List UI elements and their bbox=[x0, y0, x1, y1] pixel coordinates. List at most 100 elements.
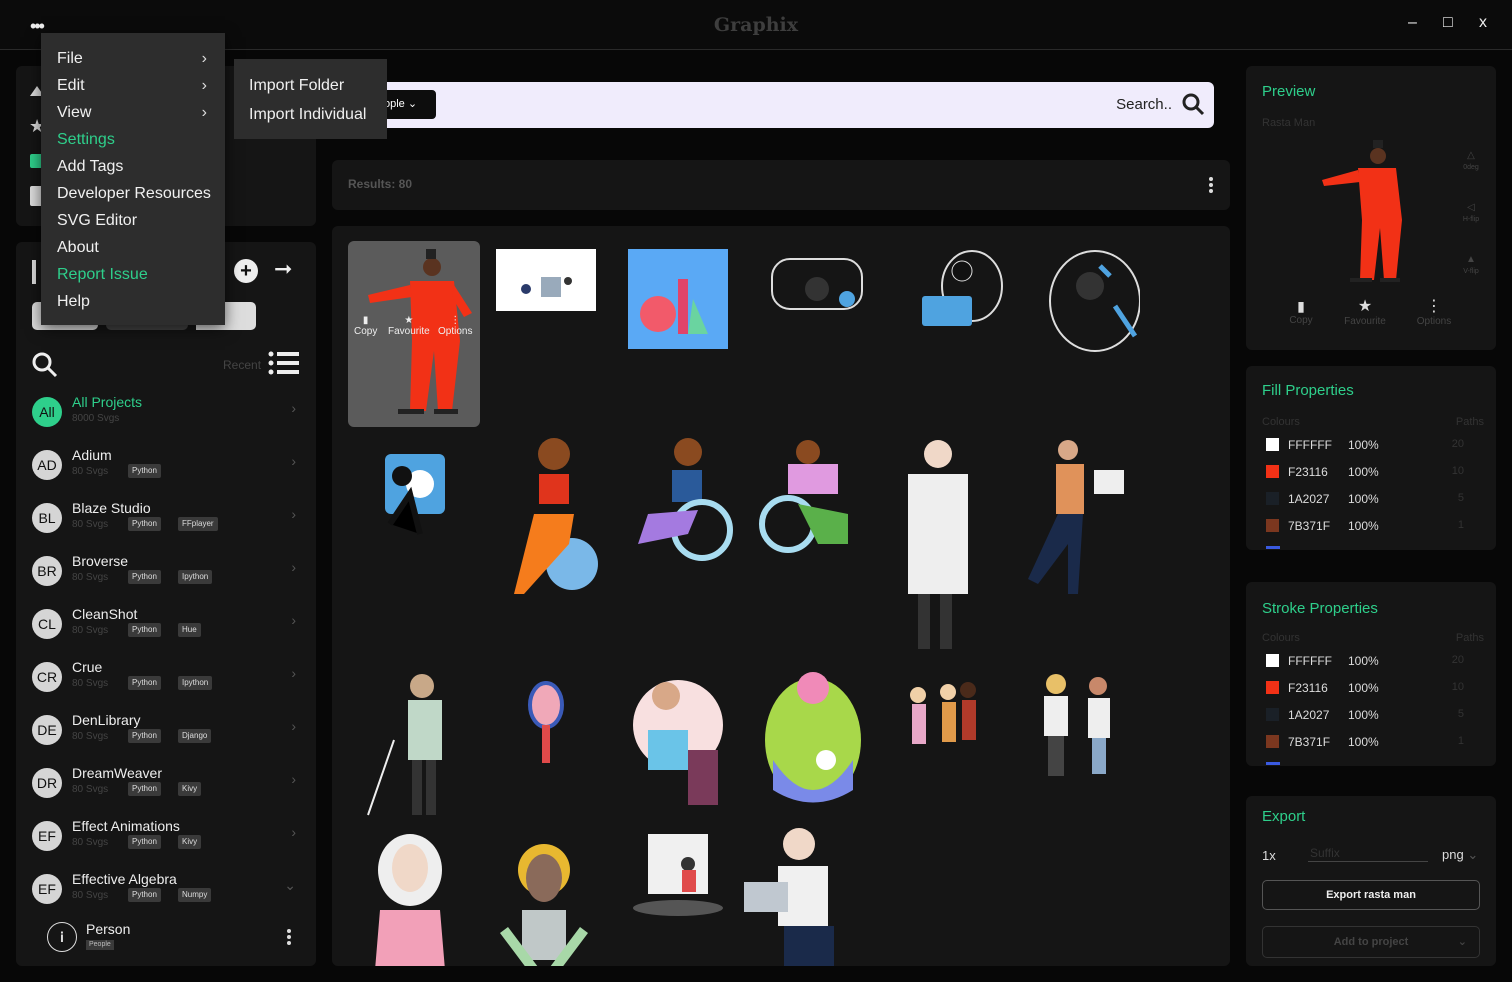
gallery-item[interactable] bbox=[1040, 246, 1141, 366]
preview-options-button[interactable]: ⋮ Options bbox=[1414, 296, 1454, 327]
gallery-item[interactable] bbox=[888, 670, 998, 780]
hflip-button[interactable]: ◁ H-flip bbox=[1458, 202, 1484, 224]
colour-swatch[interactable] bbox=[1266, 465, 1279, 478]
search-icon[interactable] bbox=[1182, 93, 1206, 117]
chevron-right-icon[interactable]: › bbox=[291, 453, 296, 469]
chevron-right-icon[interactable]: › bbox=[291, 559, 296, 575]
vflip-button[interactable]: ▲ V-flip bbox=[1458, 254, 1484, 276]
gallery-item[interactable] bbox=[360, 670, 460, 820]
project-item[interactable]: DE DenLibrary 80 Svgs Python Django › bbox=[16, 706, 316, 759]
colour-row[interactable]: F23116 100% 10 bbox=[1246, 675, 1476, 702]
colour-swatch[interactable] bbox=[1266, 681, 1279, 694]
colour-row[interactable]: 1A2027 100% 5 bbox=[1246, 486, 1476, 513]
project-item[interactable]: DR DreamWeaver 80 Svgs Python Kivy › bbox=[16, 759, 316, 812]
category-dropdown[interactable]: ople ⌄ bbox=[380, 90, 436, 119]
project-item[interactable]: BL Blaze Studio 80 Svgs Python FFplayer › bbox=[16, 494, 316, 547]
menu-item-svg-editor[interactable]: SVG Editor bbox=[41, 207, 225, 234]
list-icon[interactable] bbox=[268, 350, 300, 376]
sub-item-name[interactable]: Person bbox=[86, 921, 130, 937]
menu-item-help[interactable]: Help bbox=[41, 288, 225, 315]
colour-row[interactable]: 7B371F 100% 1 bbox=[1246, 513, 1476, 540]
add-project-icon[interactable]: + bbox=[234, 259, 258, 283]
overlay-copy[interactable]: ▮ Copy bbox=[354, 315, 377, 337]
chevron-right-icon[interactable]: › bbox=[291, 771, 296, 787]
gallery-item[interactable] bbox=[496, 249, 596, 311]
sidebar-toggle-icon[interactable] bbox=[32, 260, 36, 284]
search-bar[interactable]: ople ⌄ Search.. bbox=[360, 82, 1214, 128]
chevron-down-icon[interactable]: ⌄ bbox=[284, 877, 296, 894]
menu-item-file[interactable]: File › bbox=[41, 45, 225, 72]
chevron-right-icon[interactable]: › bbox=[291, 506, 296, 522]
submenu-item-import-folder[interactable]: Import Folder bbox=[234, 71, 387, 100]
gallery-item[interactable] bbox=[628, 434, 738, 564]
menu-item-developer-resources[interactable]: Developer Resources bbox=[41, 180, 225, 207]
colour-row[interactable]: F23116 100% 10 bbox=[1246, 459, 1476, 486]
project-item[interactable]: CR Crue 80 Svgs Python Ipython › bbox=[16, 653, 316, 706]
gallery-item[interactable] bbox=[494, 830, 594, 966]
gallery-item[interactable] bbox=[888, 434, 978, 654]
project-item[interactable]: AD Adium 80 Svgs Python › bbox=[16, 441, 316, 494]
project-item[interactable]: EF Effective Algebra 80 Svgs Python Numpy ⌄ bbox=[16, 865, 316, 918]
colour-swatch[interactable] bbox=[1266, 708, 1279, 721]
format-dropdown[interactable]: png ⌄ bbox=[1442, 847, 1478, 863]
add-to-project-dropdown[interactable]: Add to project ⌄ bbox=[1262, 926, 1480, 958]
gallery-item[interactable] bbox=[360, 434, 460, 544]
close-button[interactable]: x bbox=[1479, 14, 1487, 32]
menu-item-edit[interactable]: Edit › bbox=[41, 72, 225, 99]
colour-swatch[interactable] bbox=[1266, 438, 1279, 451]
gallery-item[interactable] bbox=[762, 249, 872, 319]
gallery-item[interactable] bbox=[744, 826, 854, 966]
preview-copy-button[interactable]: ▮ Copy bbox=[1286, 298, 1316, 326]
colour-row[interactable]: FFFFFF 100% 20 bbox=[1246, 432, 1476, 459]
export-scale[interactable]: 1x bbox=[1262, 848, 1276, 863]
colour-row[interactable]: 7B371F 100% 1 bbox=[1246, 729, 1476, 756]
chevron-right-icon[interactable]: › bbox=[291, 718, 296, 734]
preview-favourite-button[interactable]: ★ Favourite bbox=[1340, 296, 1390, 327]
gallery-item[interactable] bbox=[628, 249, 728, 349]
project-item[interactable]: BR Broverse 80 Svgs Python Ipython › bbox=[16, 547, 316, 600]
suffix-input[interactable]: Suffix bbox=[1308, 846, 1428, 862]
gallery-item[interactable] bbox=[912, 246, 1012, 341]
overlay-options[interactable]: ⋮ Options bbox=[438, 315, 472, 337]
project-item[interactable]: EF Effect Animations 80 Svgs Python Kivy › bbox=[16, 812, 316, 865]
menu-item-add-tags[interactable]: Add Tags bbox=[41, 153, 225, 180]
chevron-right-icon[interactable]: › bbox=[291, 400, 296, 416]
menu-item-about[interactable]: About bbox=[41, 234, 225, 261]
overlay-favourite[interactable]: ★ Favourite bbox=[388, 315, 430, 337]
colour-swatch[interactable] bbox=[1266, 654, 1279, 667]
gallery-item[interactable] bbox=[360, 830, 460, 966]
chevron-right-icon[interactable]: › bbox=[291, 824, 296, 840]
chevron-right-icon[interactable]: › bbox=[291, 665, 296, 681]
project-item[interactable]: CL CleanShot 80 Svgs Python Hue › bbox=[16, 600, 316, 653]
colour-swatch[interactable] bbox=[1266, 519, 1279, 532]
sub-item-options-icon[interactable] bbox=[287, 929, 291, 947]
menu-item-report-issue[interactable]: Report Issue bbox=[41, 261, 225, 288]
gallery-item[interactable] bbox=[1018, 434, 1128, 599]
gallery-item[interactable] bbox=[628, 670, 728, 815]
search-icon[interactable] bbox=[32, 352, 58, 378]
colour-swatch[interactable] bbox=[1266, 492, 1279, 505]
project-item[interactable]: All All Projects 8000 Svgs › bbox=[16, 388, 316, 441]
colour-swatch[interactable] bbox=[1266, 735, 1279, 748]
gallery-item[interactable] bbox=[758, 434, 868, 554]
gallery-item[interactable] bbox=[758, 670, 868, 810]
submenu-item-import-individual[interactable]: Import Individual bbox=[234, 100, 387, 129]
colour-row[interactable]: FFFFFF 100% 20 bbox=[1246, 648, 1476, 675]
menu-item-view[interactable]: View › bbox=[41, 99, 225, 126]
gallery-item-rasta-man[interactable]: ▮ Copy ★ Favourite ⋮ Options bbox=[348, 241, 480, 427]
gallery-item[interactable] bbox=[494, 434, 604, 599]
arrow-right-icon[interactable]: ➞ bbox=[274, 256, 292, 282]
chevron-right-icon[interactable]: › bbox=[291, 612, 296, 628]
gallery-item[interactable] bbox=[522, 680, 572, 770]
maximize-button[interactable]: □ bbox=[1443, 14, 1453, 32]
rotate-button[interactable]: △ 0deg bbox=[1458, 150, 1484, 172]
gallery-item[interactable] bbox=[1018, 670, 1128, 780]
gallery-item[interactable] bbox=[628, 830, 738, 920]
menu-item-settings[interactable]: Settings bbox=[41, 126, 225, 153]
minimize-button[interactable]: – bbox=[1408, 14, 1417, 32]
results-options-icon[interactable] bbox=[1209, 177, 1213, 195]
search-input[interactable]: Search.. bbox=[1116, 96, 1172, 113]
colour-row[interactable]: 1A2027 100% 5 bbox=[1246, 702, 1476, 729]
export-button[interactable]: Export rasta man bbox=[1262, 880, 1480, 910]
stroke-paths-header: Paths bbox=[1455, 632, 1484, 644]
